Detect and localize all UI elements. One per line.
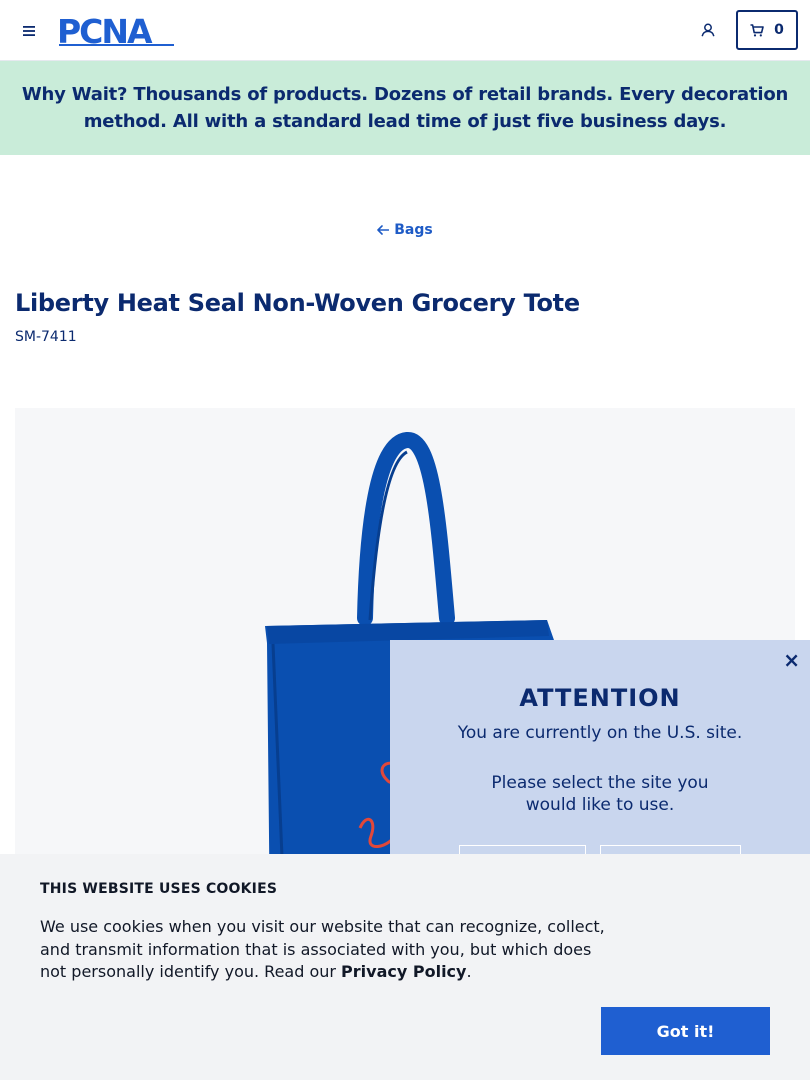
promo-text: Why Wait? Thousands of products. Dozens … (12, 81, 798, 135)
site-header: PCNA 0 (0, 0, 810, 61)
product-sku: SM-7411 (15, 329, 77, 345)
cookie-body: We use cookies when you visit our websit… (40, 917, 605, 981)
logo-text: PCNA (57, 13, 153, 47)
pcna-logo[interactable]: PCNA (57, 12, 177, 51)
cart-icon (750, 23, 764, 36)
arrow-left-icon (377, 225, 390, 235)
cookie-banner: THIS WEBSITE USES COOKIES We use cookies… (0, 854, 810, 1080)
close-icon[interactable]: × (783, 648, 800, 672)
modal-title: ATTENTION (519, 684, 681, 712)
cookie-title: THIS WEBSITE USES COOKIES (40, 881, 278, 897)
promo-banner: Why Wait? Thousands of products. Dozens … (0, 61, 810, 155)
breadcrumb[interactable]: Bags (0, 222, 810, 238)
modal-prompt: Please select the site you would like to… (491, 773, 709, 815)
cookie-text: We use cookies when you visit our websit… (40, 916, 620, 984)
cookie-text-end: . (466, 962, 472, 981)
modal-message: You are currently on the U.S. site. (457, 723, 743, 743)
user-icon (701, 23, 715, 37)
cart-count: 0 (774, 22, 784, 38)
promo-body: Thousands of products. Dozens of retail … (83, 84, 789, 132)
product-title: Liberty Heat Seal Non-Woven Grocery Tote (15, 289, 580, 317)
accept-cookies-button[interactable]: Got it! (601, 1007, 770, 1055)
promo-lead: Why Wait? (21, 84, 128, 105)
hamburger-icon (23, 26, 35, 36)
account-button[interactable] (696, 18, 720, 42)
privacy-policy-link[interactable]: Privacy Policy (341, 962, 466, 981)
cart-button[interactable]: 0 (736, 10, 798, 50)
menu-button[interactable] (18, 20, 40, 42)
breadcrumb-link-bags[interactable]: Bags (394, 222, 432, 238)
